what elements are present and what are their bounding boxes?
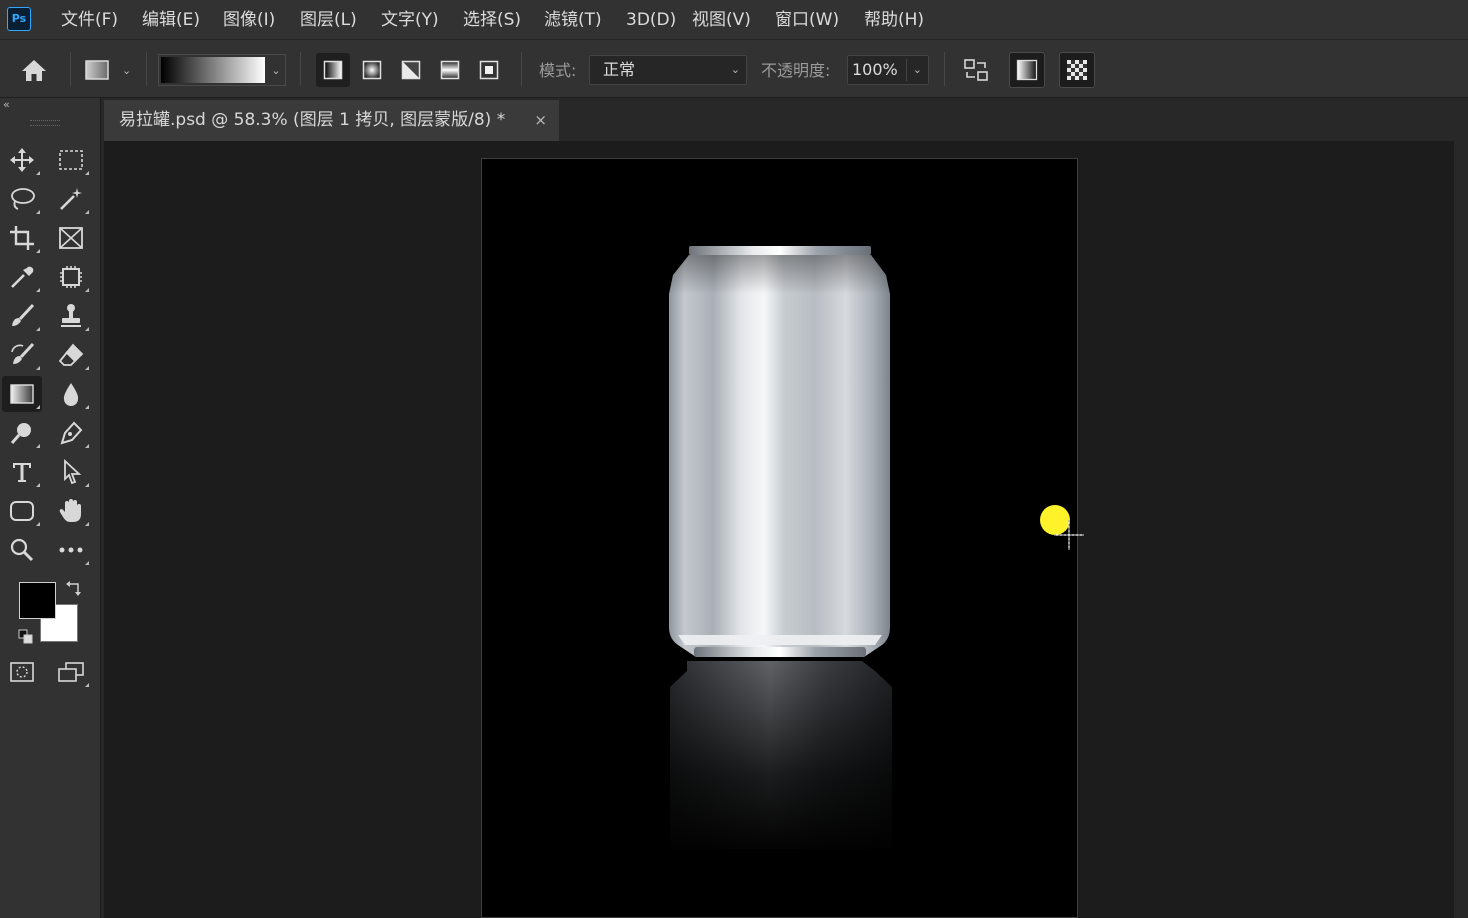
path-selection-tool[interactable] xyxy=(51,454,91,490)
crop-tool[interactable] xyxy=(2,220,42,256)
dodge-tool[interactable] xyxy=(2,415,42,451)
menu-file[interactable]: 文件(F) xyxy=(55,0,124,40)
aluminum-can-icon xyxy=(669,246,892,849)
separator xyxy=(906,59,907,81)
separator xyxy=(521,52,522,86)
patch-tool[interactable] xyxy=(51,259,91,295)
opacity-value: 100% xyxy=(852,60,898,79)
document-canvas[interactable] xyxy=(481,158,1078,918)
chevron-down-icon: ⌄ xyxy=(122,63,132,77)
dither-icon[interactable] xyxy=(1009,52,1045,88)
type-tool[interactable] xyxy=(2,454,42,490)
gradient-preset-icon xyxy=(85,60,109,80)
collapse-chevrons-icon[interactable]: « xyxy=(3,98,10,111)
gradient-preview[interactable] xyxy=(161,57,265,83)
separator xyxy=(944,52,945,86)
blend-mode-select[interactable]: 正常 ⌄ xyxy=(589,55,747,85)
lasso-tool[interactable] xyxy=(2,181,42,217)
separator xyxy=(70,52,71,86)
panel-grip[interactable] xyxy=(30,120,60,126)
chevron-down-icon[interactable]: ⌄ xyxy=(913,56,922,84)
opacity-label: 不透明度: xyxy=(761,61,831,80)
menu-view[interactable]: 视图(V) xyxy=(686,0,757,40)
history-brush-tool[interactable] xyxy=(2,337,42,373)
blend-mode-value: 正常 xyxy=(603,60,636,79)
shape-tool[interactable] xyxy=(2,493,42,529)
hand-tool[interactable] xyxy=(51,493,91,529)
menu-layer[interactable]: 图层(L) xyxy=(294,0,363,40)
tool-preset-picker[interactable]: ⌄ xyxy=(84,55,136,85)
crosshair-cursor-icon xyxy=(1054,520,1084,550)
document-tab[interactable]: 易拉罐.psd @ 58.3% (图层 1 拷贝, 图层蒙版/8) * × xyxy=(104,100,559,141)
chevron-down-icon: ⌄ xyxy=(730,63,740,76)
zoom-tool[interactable] xyxy=(2,532,42,568)
options-bar: ⌄ ⌄ 模式: 正常 ⌄ 不透明度: 100% ⌄ xyxy=(0,40,1468,98)
close-icon[interactable]: × xyxy=(534,100,547,141)
eraser-tool[interactable] xyxy=(51,337,91,373)
angle-gradient-icon[interactable] xyxy=(394,53,428,87)
radial-gradient-icon[interactable] xyxy=(355,53,389,87)
menu-3d[interactable]: 3D(D) xyxy=(620,0,682,40)
reflected-gradient-icon[interactable] xyxy=(433,53,467,87)
menu-edit[interactable]: 编辑(E) xyxy=(136,0,206,40)
blur-tool[interactable] xyxy=(51,376,91,412)
magic-wand-tool[interactable] xyxy=(51,181,91,217)
separator xyxy=(300,52,301,86)
diamond-gradient-icon[interactable] xyxy=(472,53,506,87)
document-area: 易拉罐.psd @ 58.3% (图层 1 拷贝, 图层蒙版/8) * × xyxy=(101,98,1468,918)
separator xyxy=(146,52,147,86)
eyedropper-tool[interactable] xyxy=(2,259,42,295)
frame-tool[interactable] xyxy=(51,220,91,256)
opacity-field[interactable]: 100% ⌄ xyxy=(847,55,929,85)
mode-label: 模式: xyxy=(539,61,577,80)
home-icon[interactable] xyxy=(16,53,52,87)
pen-tool[interactable] xyxy=(51,415,91,451)
menu-window[interactable]: 窗口(W) xyxy=(769,0,845,40)
more-tools[interactable] xyxy=(51,532,91,568)
transparency-icon[interactable] xyxy=(1059,52,1095,88)
move-tool[interactable] xyxy=(2,142,42,178)
gradient-tool[interactable] xyxy=(2,376,42,412)
brush-tool[interactable] xyxy=(2,298,42,334)
quick-mask[interactable] xyxy=(2,654,42,690)
menu-filter[interactable]: 滤镜(T) xyxy=(538,0,608,40)
stamp-tool[interactable] xyxy=(51,298,91,334)
document-tab-title: 易拉罐.psd @ 58.3% (图层 1 拷贝, 图层蒙版/8) * xyxy=(119,110,506,130)
pasteboard[interactable] xyxy=(104,141,1454,918)
menu-help[interactable]: 帮助(H) xyxy=(858,0,930,40)
menu-type[interactable]: 文字(Y) xyxy=(375,0,445,40)
marquee-tool[interactable] xyxy=(51,142,91,178)
swap-colors-icon[interactable] xyxy=(66,580,82,600)
photoshop-logo-icon[interactable]: Ps xyxy=(7,7,31,31)
screen-mode[interactable] xyxy=(51,654,91,690)
menu-bar: Ps 文件(F) 编辑(E) 图像(I) 图层(L) 文字(Y) 选择(S) 滤… xyxy=(0,0,1468,40)
gradient-editor-swatch[interactable]: ⌄ xyxy=(158,54,286,86)
linear-gradient-icon[interactable] xyxy=(316,53,350,87)
reverse-icon[interactable] xyxy=(958,52,994,88)
foreground-color-swatch[interactable] xyxy=(19,582,56,619)
menu-image[interactable]: 图像(I) xyxy=(217,0,281,40)
menu-select[interactable]: 选择(S) xyxy=(457,0,527,40)
chevron-down-icon[interactable]: ⌄ xyxy=(267,55,285,85)
default-colors-icon[interactable] xyxy=(18,629,34,649)
tools-panel: « xyxy=(0,98,101,918)
